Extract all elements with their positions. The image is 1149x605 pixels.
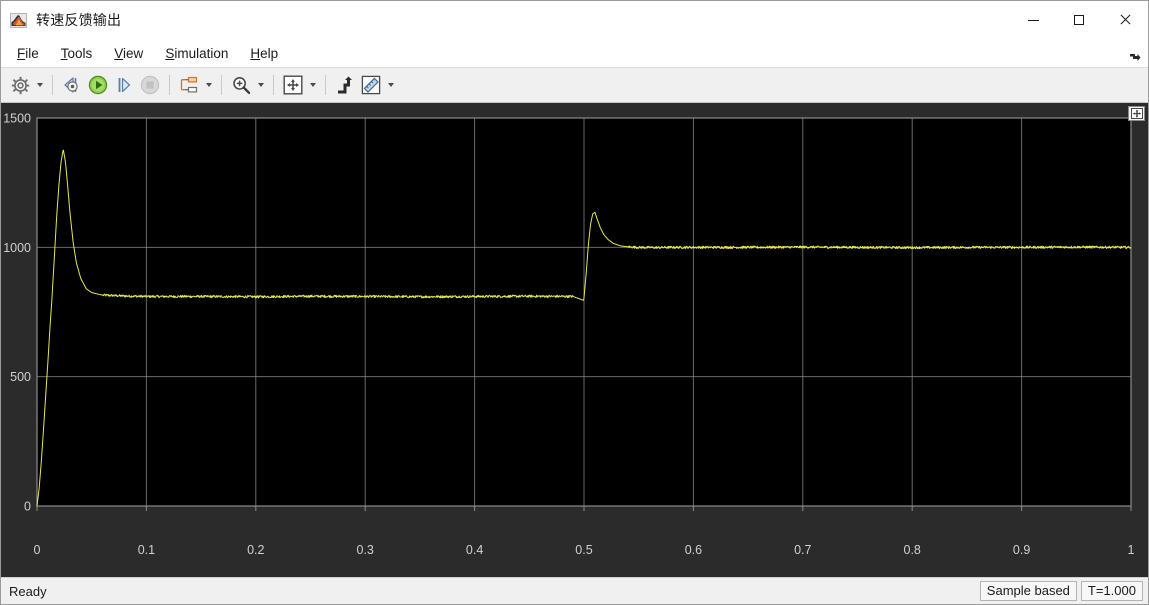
step-forward-button[interactable]: [111, 72, 137, 98]
scope-display[interactable]: 0 0.1 0.2 0.3 0.4 0.5 0.6 0.7 0.8 0.9 1 0 500 1000 150…: [1, 103, 1148, 577]
menu-file-mnemonic: F: [17, 45, 26, 61]
svg-text:0.2: 0.2: [247, 543, 264, 557]
menu-help-mnemonic: H: [250, 45, 261, 61]
minimize-button[interactable]: [1010, 1, 1056, 39]
layout-caret[interactable]: [202, 72, 215, 98]
window-title: 转速反馈输出: [36, 12, 122, 28]
svg-text:0.1: 0.1: [138, 543, 155, 557]
menu-file-rest: ile: [25, 45, 39, 61]
menu-file[interactable]: File: [7, 43, 49, 64]
svg-text:0.7: 0.7: [794, 543, 811, 557]
close-button[interactable]: [1102, 1, 1148, 39]
layout-button[interactable]: [176, 72, 202, 98]
svg-text:0.4: 0.4: [466, 543, 483, 557]
trigger-button[interactable]: [332, 72, 358, 98]
toolbar: [1, 68, 1148, 103]
svg-text:0.3: 0.3: [357, 543, 374, 557]
svg-text:1500: 1500: [3, 112, 31, 126]
status-ready-label: Ready: [9, 583, 47, 599]
toolbar-separator: [52, 75, 53, 95]
chevron-down-icon: [309, 83, 316, 87]
plot-svg: 0 0.1 0.2 0.3 0.4 0.5 0.6 0.7 0.8 0.9 1 0 500 1000 150…: [1, 103, 1148, 577]
configuration-properties-button[interactable]: [7, 72, 33, 98]
maximize-icon: [1074, 15, 1084, 25]
zoom-caret[interactable]: [254, 72, 267, 98]
configuration-properties-caret[interactable]: [33, 72, 46, 98]
status-frame-mode[interactable]: Sample based: [979, 581, 1077, 601]
maximize-button[interactable]: [1056, 1, 1102, 39]
toolbar-separator: [221, 75, 222, 95]
menu-view-rest: iew: [123, 45, 144, 61]
window-controls: [1010, 1, 1148, 39]
measurements-caret[interactable]: [384, 72, 397, 98]
minimize-icon: [1027, 19, 1039, 21]
menu-bar: File Tools View Simulation Help: [1, 39, 1148, 68]
chevron-down-icon: [36, 83, 43, 87]
svg-text:0.5: 0.5: [575, 543, 592, 557]
toolbar-separator: [325, 75, 326, 95]
toolbar-separator: [169, 75, 170, 95]
svg-text:500: 500: [10, 370, 31, 384]
zoom-button[interactable]: [228, 72, 254, 98]
menu-help[interactable]: Help: [240, 43, 288, 64]
chevron-down-icon: [257, 83, 264, 87]
menu-tools-rest: ools: [67, 45, 93, 61]
step-back-button[interactable]: [59, 72, 85, 98]
svg-text:0.9: 0.9: [1013, 543, 1030, 557]
menu-tools[interactable]: Tools: [51, 43, 103, 64]
pan-fit-button[interactable]: [280, 72, 306, 98]
menu-help-rest: elp: [260, 45, 279, 61]
svg-text:1000: 1000: [3, 241, 31, 255]
status-right-group: Sample based T=1.000: [979, 581, 1143, 601]
menu-simulation-rest: imulation: [174, 45, 229, 61]
svg-text:0: 0: [34, 543, 41, 557]
stop-button[interactable]: [137, 72, 163, 98]
close-icon: [1119, 14, 1131, 26]
matlab-membrane-icon: [10, 12, 27, 28]
menu-simulation-mnemonic: S: [165, 45, 175, 61]
menu-simulation[interactable]: Simulation: [155, 43, 238, 64]
svg-text:0: 0: [24, 500, 31, 514]
status-bar: Ready Sample based T=1.000: [1, 577, 1148, 604]
svg-text:0.6: 0.6: [685, 543, 702, 557]
menu-view[interactable]: View: [104, 43, 153, 64]
run-button[interactable]: [85, 72, 111, 98]
toolbar-separator: [273, 75, 274, 95]
chevron-down-icon: [205, 83, 212, 87]
menu-tools-mnemonic: T: [60, 45, 68, 61]
fit-to-view-icon[interactable]: [1128, 106, 1145, 121]
status-time[interactable]: T=1.000: [1080, 581, 1143, 601]
svg-text:0.8: 0.8: [904, 543, 921, 557]
title-bar: 转速反馈输出: [1, 1, 1148, 39]
pan-fit-caret[interactable]: [306, 72, 319, 98]
expand-arrow-icon[interactable]: [1128, 51, 1142, 65]
menu-view-mnemonic: V: [114, 45, 124, 61]
measurements-button[interactable]: [358, 72, 384, 98]
chevron-down-icon: [387, 83, 394, 87]
svg-text:1: 1: [1128, 543, 1135, 557]
scope-window: 转速反馈输出 File Tools View Simulation Help 0…: [0, 0, 1149, 605]
plot-area: 0 0.1 0.2 0.3 0.4 0.5 0.6 0.7 0.8 0.9 1 0 500 1000 150…: [1, 103, 1148, 577]
